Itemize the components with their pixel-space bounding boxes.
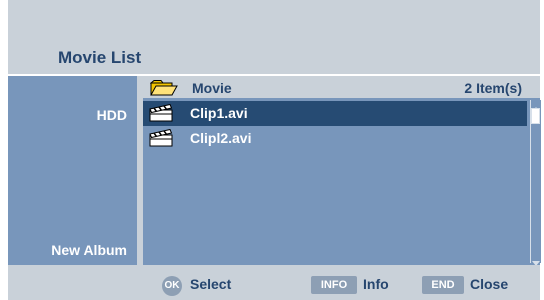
- end-key-button[interactable]: END: [422, 276, 464, 294]
- file-list-panel: Movie 2 Item(s) Clip1.avi Clipl2.avi: [143, 76, 541, 266]
- file-name: Clipl2.avi: [190, 130, 252, 146]
- folder-header: Movie 2 Item(s): [143, 76, 540, 98]
- folder-name: Movie: [192, 80, 232, 96]
- clapperboard-icon: [148, 103, 176, 127]
- info-label: Info: [363, 276, 389, 292]
- info-key-button[interactable]: INFO: [311, 276, 357, 294]
- select-label: Select: [190, 276, 232, 292]
- movie-list-window: Movie List HDD New Album Movie 2 Item(s): [8, 0, 541, 300]
- title-bar: Movie List: [8, 0, 540, 74]
- file-name: Clip1.avi: [190, 105, 248, 121]
- scroll-thumb[interactable]: [531, 108, 540, 124]
- sidebar: HDD New Album: [8, 76, 137, 265]
- list-item[interactable]: Clip1.avi: [143, 101, 527, 126]
- clapperboard-icon: [148, 128, 176, 152]
- ok-key-button[interactable]: OK: [162, 276, 182, 296]
- footer-bar: OK Select INFO Info END Close: [8, 265, 540, 300]
- list-item[interactable]: Clipl2.avi: [143, 126, 527, 151]
- page-title: Movie List: [58, 48, 142, 67]
- sidebar-item-new-album[interactable]: New Album: [51, 242, 127, 258]
- scroll-down-arrow-icon[interactable]: [531, 255, 541, 266]
- close-label: Close: [470, 276, 509, 292]
- file-list: Clip1.avi Clipl2.avi: [143, 98, 527, 265]
- scroll-up-arrow-icon[interactable]: [531, 100, 541, 112]
- item-count: 2 Item(s): [464, 80, 522, 96]
- scrollbar[interactable]: [530, 100, 541, 266]
- sidebar-item-hdd[interactable]: HDD: [97, 107, 127, 123]
